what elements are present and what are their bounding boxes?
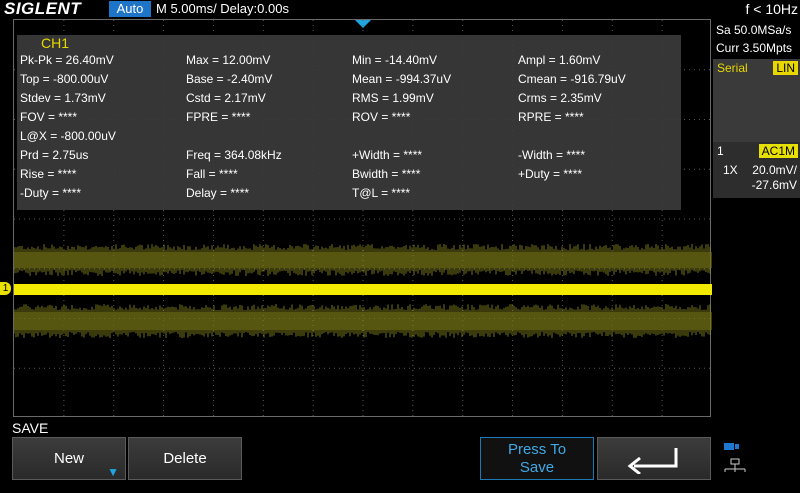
serial-label: Serial	[717, 61, 748, 75]
press-to-save-line2: Save	[519, 459, 555, 476]
measurement-value: +Duty = ****	[518, 167, 583, 181]
measurement-value: Fall = ****	[186, 167, 238, 181]
memory-depth: Curr 3.50Mpts	[716, 41, 793, 55]
ch1-probe-ratio: 1X	[723, 163, 738, 177]
measurement-value: Ampl = 1.60mV	[518, 53, 601, 67]
delete-button[interactable]: Delete	[128, 437, 242, 480]
measurement-value: Freq = 364.08kHz	[186, 148, 282, 162]
measurement-value: Crms = 2.35mV	[518, 91, 602, 105]
ch1-offset-value: -27.6mV	[751, 178, 797, 192]
press-to-save-line1: Press To	[507, 441, 567, 458]
measurement-value: -Duty = ****	[20, 186, 82, 200]
measurement-value: Top = -800.00uV	[20, 72, 109, 86]
measurement-value: Prd = 2.75us	[20, 148, 89, 162]
ch1-settings-box[interactable]: 1 AC1M 1X 20.0mV/ -27.6mV	[713, 142, 800, 198]
back-button[interactable]	[597, 437, 711, 480]
measurement-value: FPRE = ****	[186, 110, 251, 124]
measurement-value: Pk-Pk = 26.40mV	[20, 53, 114, 67]
measurement-value: T@L = ****	[352, 186, 411, 200]
menu-title: SAVE	[12, 420, 49, 436]
measurement-value: Stdev = 1.73mV	[20, 91, 106, 105]
measurement-panel: CH1 Pk-Pk = 26.40mV Max = 12.00mV Min = -1…	[17, 35, 681, 210]
sample-rate: Sa 50.0MSa/s	[716, 23, 792, 37]
new-button[interactable]: New ▼	[12, 437, 126, 480]
new-button-label: New	[53, 450, 84, 467]
measurement-value: Mean = -994.37uV	[352, 72, 452, 86]
timebase-readout: M 5.00ms/ Delay:0.00s	[156, 1, 289, 16]
measurement-value: RPRE = ****	[518, 110, 584, 124]
ch1-vertical-scale: 20.0mV/	[752, 163, 797, 177]
measurement-value: Max = 12.00mV	[186, 53, 271, 67]
measurement-value: Cstd = 2.17mV	[186, 91, 266, 105]
measurement-value: RMS = 1.99mV	[352, 91, 434, 105]
measurement-value: Bwidth = ****	[352, 167, 421, 181]
delete-button-label: Delete	[163, 450, 207, 467]
ch1-noise-band-lower	[14, 312, 712, 330]
network-usb-status-icon	[717, 437, 800, 480]
measurement-value: Base = -2.40mV	[186, 72, 273, 86]
brand-logo: SIGLENT	[4, 0, 82, 18]
ch1-number: 1	[717, 144, 724, 158]
measurement-channel-label: CH1	[41, 35, 70, 51]
right-info-panel: Sa 50.0MSa/s Curr 3.50Mpts Serial LIN 1 …	[713, 19, 800, 417]
measurement-value: Delay = ****	[186, 186, 250, 200]
measurement-value: Min = -14.40mV	[352, 53, 438, 67]
arrow-down-icon: ▼	[107, 465, 119, 479]
trigger-mode-badge[interactable]: Auto	[109, 1, 151, 17]
measurement-value: -Width = ****	[518, 148, 586, 162]
ch1-noise-band-upper	[14, 252, 712, 268]
return-arrow-icon	[627, 448, 678, 476]
serial-protocol-badge: LIN	[773, 61, 798, 75]
ch1-coupling-badge: AC1M	[758, 144, 798, 158]
ch1-offset-marker[interactable]: 1	[0, 282, 11, 295]
measurement-value: Cmean = -916.79uV	[518, 72, 626, 86]
measurement-value: +Width = ****	[352, 148, 423, 162]
ch1-trace	[14, 284, 712, 295]
press-to-save-button[interactable]: Press To Save	[480, 437, 594, 480]
measurement-value: L@X = -800.00uV	[20, 129, 116, 143]
frequency-counter: f < 10Hz	[745, 1, 798, 17]
top-status-bar: SIGLENT Auto M 5.00ms/ Delay:0.00s f < 1…	[0, 0, 800, 19]
measurement-value: Rise = ****	[20, 167, 77, 181]
measurement-value: FOV = ****	[20, 110, 78, 124]
measurement-value: ROV = ****	[352, 110, 411, 124]
